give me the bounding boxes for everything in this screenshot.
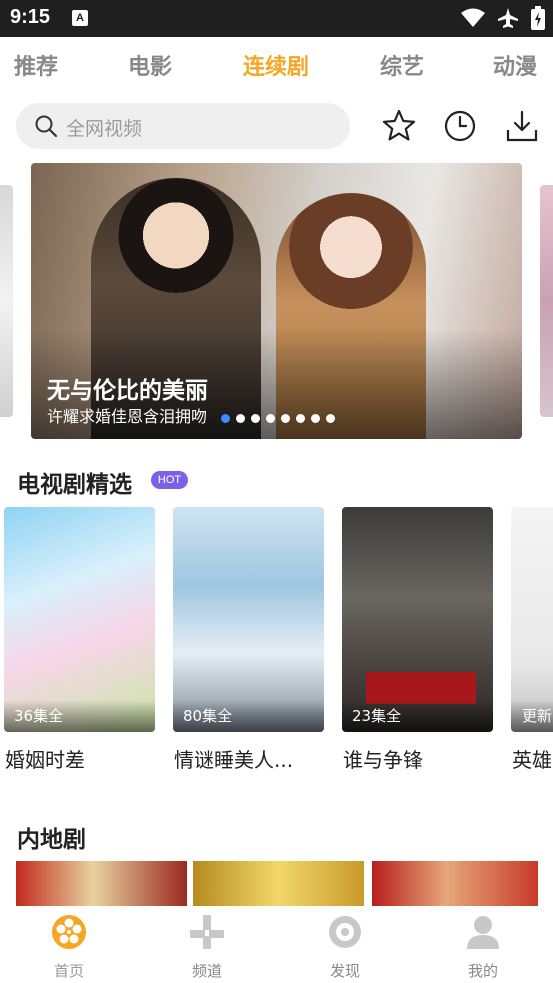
episode-count: 更新: [522, 707, 553, 725]
nav-discover[interactable]: 发现: [305, 914, 385, 981]
airplane-icon: [498, 8, 518, 28]
category-tabs: 推荐 电影 连续剧 综艺 动漫: [0, 37, 553, 89]
episode-overlay: 80集全: [173, 700, 324, 732]
nav-channels-label: 频道: [191, 962, 222, 980]
search-icon: [35, 115, 58, 138]
favorite-star-icon[interactable]: [381, 108, 417, 144]
banner-dot[interactable]: [281, 414, 290, 423]
poster-thumb[interactable]: [372, 861, 538, 906]
channels-icon: [190, 915, 224, 949]
nav-home[interactable]: 首页: [29, 914, 109, 981]
banner-dot[interactable]: [326, 414, 335, 423]
poster-thumb[interactable]: [193, 861, 364, 906]
status-bar: 9:15 A: [0, 0, 553, 37]
banner-prev-peek[interactable]: [0, 185, 13, 417]
banner-slide[interactable]: 无与伦比的美丽 许耀求婚佳恩含泪拥吻: [31, 163, 522, 439]
poster-card[interactable]: 80集全: [173, 507, 324, 732]
poster-thumb[interactable]: [16, 861, 187, 906]
banner-dot[interactable]: [221, 414, 230, 423]
banner-title: 无与伦比的美丽: [47, 378, 208, 404]
nav-home-label: 首页: [53, 962, 84, 980]
tab-series[interactable]: 连续剧: [243, 49, 309, 81]
wifi-icon: [461, 8, 485, 27]
sim-icon: A: [72, 10, 88, 26]
episode-overlay: 更新: [511, 700, 553, 732]
episode-count: 80集全: [183, 707, 233, 725]
tab-variety[interactable]: 综艺: [380, 49, 424, 81]
search-row: 全网视频: [0, 100, 553, 154]
banner-dot[interactable]: [251, 414, 260, 423]
tab-anime[interactable]: 动漫: [493, 49, 537, 81]
card-title[interactable]: 谁与争锋: [343, 744, 423, 773]
poster-card[interactable]: 36集全: [4, 507, 155, 732]
nav-discover-label: 发现: [329, 962, 360, 980]
tab-movies[interactable]: 电影: [128, 49, 172, 81]
banner-next-peek[interactable]: [540, 185, 553, 417]
history-clock-icon[interactable]: [442, 108, 478, 144]
bottom-nav: 首页 频道 发现 我的: [0, 906, 553, 983]
section-title-tv: 电视剧精选: [17, 472, 132, 498]
battery-icon: [531, 6, 545, 30]
status-time: 9:15: [10, 6, 51, 28]
episode-overlay: 23集全: [342, 700, 493, 732]
hot-badge: HOT: [151, 471, 188, 489]
card-title[interactable]: 婚姻时差: [5, 744, 85, 773]
status-icons: [461, 6, 545, 30]
nav-me-label: 我的: [467, 962, 498, 980]
tab-recommend[interactable]: 推荐: [14, 49, 58, 81]
discover-icon: [329, 916, 361, 948]
poster-card[interactable]: 更新: [511, 507, 553, 732]
banner-dot[interactable]: [296, 414, 305, 423]
search-input[interactable]: 全网视频: [16, 103, 350, 149]
search-placeholder: 全网视频: [66, 118, 143, 140]
episode-overlay: 36集全: [4, 700, 155, 732]
banner-dot[interactable]: [236, 414, 245, 423]
card-title[interactable]: 英雄: [512, 744, 553, 773]
banner-carousel[interactable]: 无与伦比的美丽 许耀求婚佳恩含泪拥吻: [0, 163, 553, 439]
profile-icon: [467, 916, 499, 949]
poster-card[interactable]: 23集全: [342, 507, 493, 732]
episode-count: 23集全: [352, 707, 402, 725]
banner-dot[interactable]: [266, 414, 275, 423]
nav-channels[interactable]: 频道: [167, 914, 247, 981]
nav-me[interactable]: 我的: [443, 914, 523, 981]
film-reel-icon: [52, 915, 86, 949]
card-title[interactable]: 情谜睡美人...: [174, 744, 293, 773]
download-icon[interactable]: [504, 108, 540, 144]
episode-count: 36集全: [14, 707, 64, 725]
section-title-mainland: 内地剧: [17, 827, 86, 853]
banner-subtitle: 许耀求婚佳恩含泪拥吻: [47, 407, 208, 426]
banner-dot[interactable]: [311, 414, 320, 423]
banner-pagination: [221, 414, 335, 423]
